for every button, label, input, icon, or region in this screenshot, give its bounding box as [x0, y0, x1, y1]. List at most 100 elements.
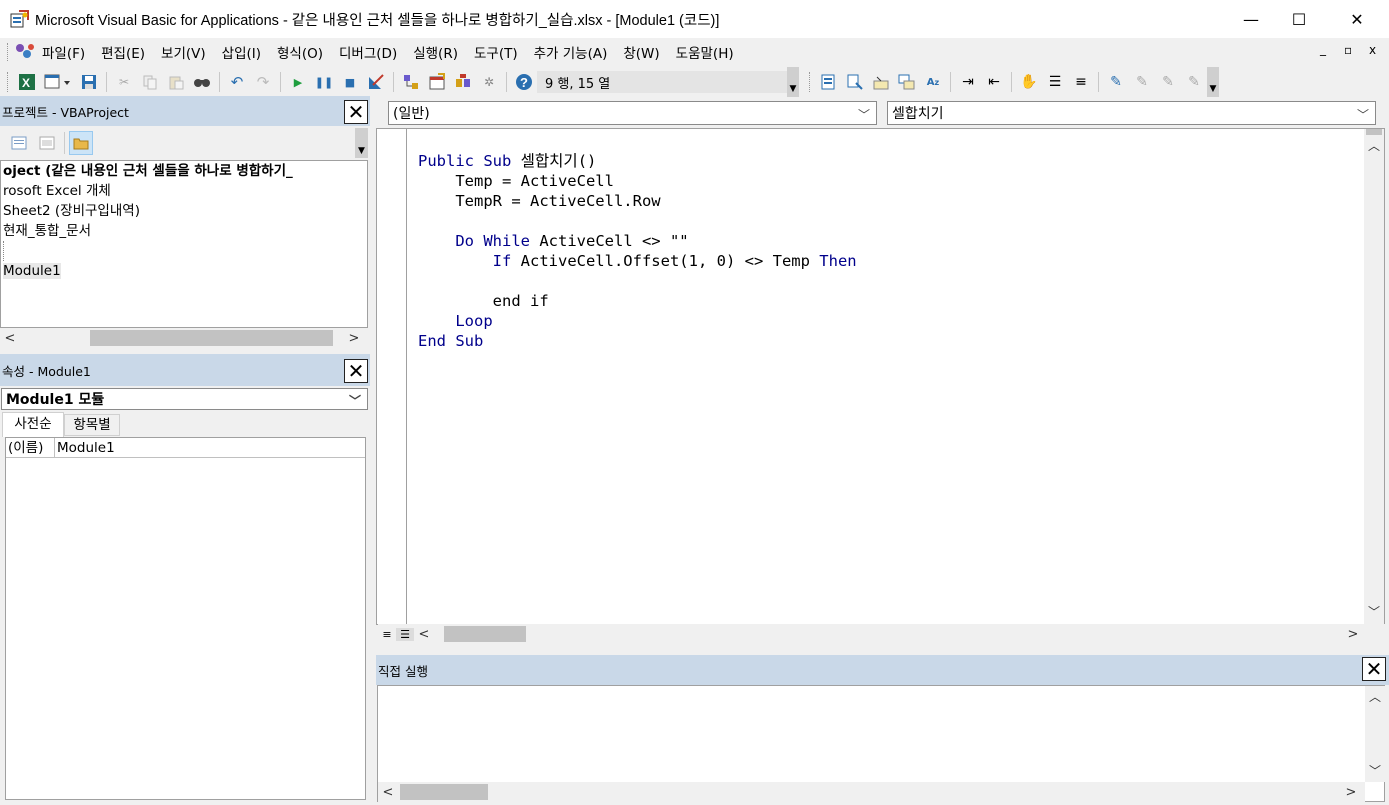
- excel-view-icon[interactable]: X: [17, 72, 37, 92]
- code-line[interactable]: Loop: [418, 311, 857, 331]
- indent-icon[interactable]: ⇥: [958, 72, 978, 92]
- object-dropdown[interactable]: (일반) ﹀: [388, 101, 877, 125]
- clear-bookmarks-icon[interactable]: ✎: [1184, 72, 1204, 92]
- tree-item-module1[interactable]: Module1: [1, 261, 367, 281]
- code-text[interactable]: Public Sub 셀합치기() Temp = ActiveCell Temp…: [418, 151, 857, 351]
- menu-view[interactable]: 보기(V): [161, 42, 206, 62]
- menu-format[interactable]: 형식(O): [277, 42, 323, 62]
- list-constants-icon[interactable]: [845, 72, 865, 92]
- scroll-left-icon[interactable]: <: [378, 785, 398, 800]
- immediate-vscrollbar[interactable]: ︿ ﹀: [1365, 686, 1385, 782]
- full-module-view-icon[interactable]: ☰: [396, 627, 414, 641]
- quick-info-icon[interactable]: [871, 72, 891, 92]
- code-hscrollbar[interactable]: ≡ ☰ < >: [378, 624, 1385, 644]
- immediate-window-input[interactable]: ︿ ﹀ < >: [377, 685, 1385, 802]
- code-vscrollbar[interactable]: ︿ ﹀: [1364, 129, 1384, 626]
- comment-block-icon[interactable]: ☰: [1045, 72, 1065, 92]
- code-margin-indicator-bar[interactable]: [377, 129, 407, 624]
- code-line[interactable]: [418, 211, 857, 231]
- cut-icon[interactable]: ✂: [114, 72, 134, 92]
- run-icon[interactable]: ▶: [288, 72, 308, 92]
- doc-restore-button[interactable]: ▫: [1344, 43, 1352, 57]
- vba-app-icon[interactable]: [10, 9, 30, 29]
- next-bookmark-icon[interactable]: ✎: [1132, 72, 1152, 92]
- list-properties-icon[interactable]: [819, 72, 839, 92]
- tree-item-excel-objects[interactable]: rosoft Excel 개체: [1, 181, 367, 201]
- edit-toolbar-grip[interactable]: [809, 72, 812, 92]
- doc-close-button[interactable]: x: [1369, 43, 1376, 57]
- menu-insert[interactable]: 삽입(I): [222, 42, 261, 62]
- code-line[interactable]: If ActiveCell.Offset(1, 0) <> Temp Then: [418, 251, 857, 271]
- project-toolbar-overflow-icon[interactable]: ▼: [355, 128, 368, 158]
- close-button[interactable]: ✕: [1334, 0, 1380, 38]
- property-value[interactable]: Module1: [55, 438, 115, 457]
- scroll-left-icon[interactable]: <: [0, 331, 20, 346]
- menu-debug[interactable]: 디버그(D): [339, 42, 397, 62]
- chevron-down-icon[interactable]: ﹀: [1357, 106, 1369, 123]
- menu-tools[interactable]: 도구(T): [474, 42, 518, 62]
- splitter-bar[interactable]: [1366, 129, 1382, 135]
- copy-icon[interactable]: [140, 72, 160, 92]
- menu-help[interactable]: 도움말(H): [676, 42, 734, 62]
- doc-minimize-button[interactable]: _: [1320, 42, 1326, 56]
- menu-edit[interactable]: 편집(E): [101, 42, 145, 62]
- scrollbar-thumb[interactable]: [400, 784, 488, 800]
- code-line[interactable]: End Sub: [418, 331, 857, 351]
- scroll-down-icon[interactable]: ﹀: [1364, 603, 1384, 623]
- undo-icon[interactable]: ↶: [227, 72, 247, 92]
- menu-file[interactable]: 파일(F): [42, 42, 85, 62]
- toolbar-overflow-icon[interactable]: ▼: [787, 67, 799, 97]
- procedure-view-icon[interactable]: ≡: [378, 628, 396, 641]
- menu-run[interactable]: 실행(R): [413, 42, 458, 62]
- break-icon[interactable]: ❚❚: [314, 72, 334, 92]
- chevron-down-icon[interactable]: ﹀: [858, 106, 870, 123]
- uncomment-block-icon[interactable]: ≡: [1071, 72, 1091, 92]
- tree-item-thisworkbook[interactable]: 현재_통합_문서: [1, 221, 367, 241]
- design-mode-icon[interactable]: [366, 72, 386, 92]
- toggle-bookmark-icon[interactable]: ✎: [1106, 72, 1126, 92]
- procedure-dropdown[interactable]: 셀합치기 ﹀: [887, 101, 1376, 125]
- project-tree-hscrollbar[interactable]: < >: [0, 328, 368, 348]
- scroll-left-icon[interactable]: <: [414, 627, 434, 642]
- outdent-icon[interactable]: ⇤: [984, 72, 1004, 92]
- project-explorer-icon[interactable]: [401, 72, 421, 92]
- code-line[interactable]: TempR = ActiveCell.Row: [418, 191, 857, 211]
- minimize-button[interactable]: —: [1228, 0, 1274, 38]
- scrollbar-thumb[interactable]: [90, 330, 333, 346]
- view-code-icon[interactable]: [8, 132, 30, 154]
- maximize-button[interactable]: ☐: [1276, 0, 1322, 38]
- property-row[interactable]: (이름) Module1: [6, 438, 365, 458]
- scroll-up-icon[interactable]: ︿: [1365, 688, 1385, 708]
- vba-menu-icon[interactable]: [14, 42, 36, 62]
- code-line[interactable]: Temp = ActiveCell: [418, 171, 857, 191]
- complete-word-icon[interactable]: Az: [923, 72, 943, 92]
- toggle-folders-icon[interactable]: [69, 131, 93, 155]
- project-panel-close-button[interactable]: ✕: [344, 100, 368, 124]
- tree-item-sheet2[interactable]: Sheet2 (장비구입내역): [1, 201, 367, 221]
- find-icon[interactable]: [192, 72, 212, 92]
- tree-item-project[interactable]: oject (같은 내용인 근처 셀들을 하나로 병합하기_: [1, 161, 367, 181]
- toggle-breakpoint-icon[interactable]: ✋: [1019, 72, 1039, 92]
- immediate-panel-close-button[interactable]: ✕: [1362, 657, 1386, 681]
- reset-icon[interactable]: ■: [340, 72, 360, 92]
- toolbox-icon[interactable]: ✲: [479, 72, 499, 92]
- previous-bookmark-icon[interactable]: ✎: [1158, 72, 1178, 92]
- scroll-up-icon[interactable]: ︿: [1364, 137, 1384, 157]
- redo-icon[interactable]: ↷: [253, 72, 273, 92]
- code-line[interactable]: end if: [418, 291, 857, 311]
- paste-icon[interactable]: [166, 72, 186, 92]
- toolbar-grip[interactable]: [7, 72, 10, 92]
- tab-alphabetic[interactable]: 사전순: [2, 412, 64, 437]
- scroll-right-icon[interactable]: >: [1341, 785, 1361, 800]
- code-editor[interactable]: Public Sub 셀합치기() Temp = ActiveCell Temp…: [376, 128, 1385, 626]
- menubar-grip[interactable]: [7, 43, 10, 61]
- scroll-right-icon[interactable]: >: [1343, 627, 1363, 642]
- tree-item-modules-folder[interactable]: [3, 241, 367, 261]
- immediate-hscrollbar[interactable]: < >: [378, 782, 1365, 802]
- menu-addins[interactable]: 추가 기능(A): [534, 42, 608, 62]
- code-line[interactable]: [418, 271, 857, 291]
- view-object-icon[interactable]: [36, 132, 58, 154]
- scroll-down-icon[interactable]: ﹀: [1365, 762, 1385, 782]
- insert-module-icon[interactable]: [43, 72, 73, 92]
- help-icon[interactable]: ?: [514, 72, 534, 92]
